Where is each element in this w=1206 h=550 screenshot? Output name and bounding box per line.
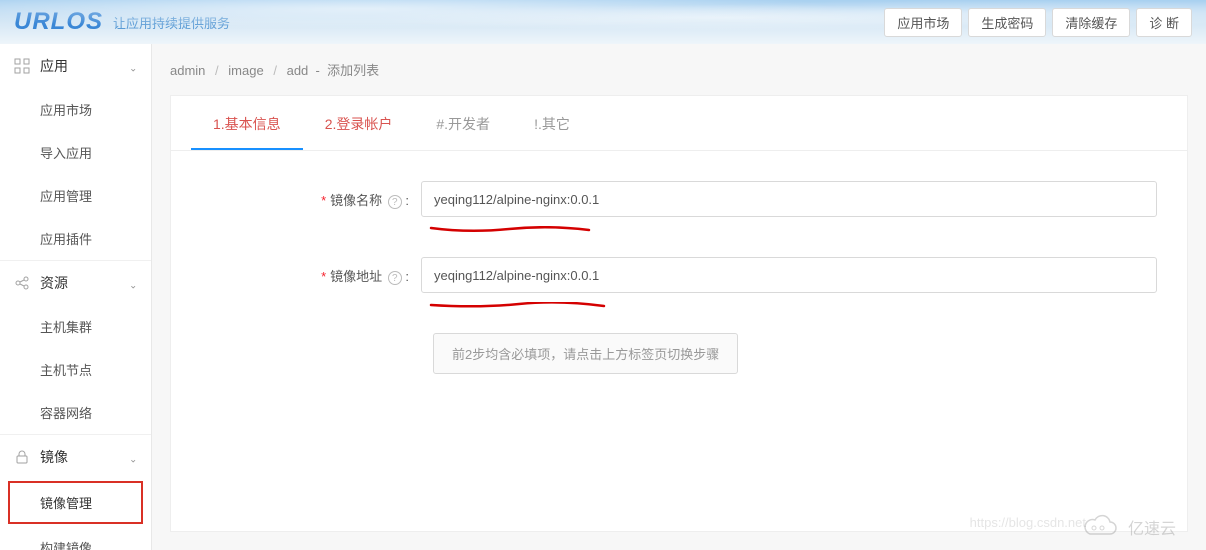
header-btn-diagnose[interactable]: 诊 断	[1136, 8, 1192, 37]
header-btn-genpass[interactable]: 生成密码	[968, 8, 1046, 37]
sidebar-group-apps: 应用 ⌃ 应用市场 导入应用 应用管理 应用插件	[0, 44, 151, 261]
sidebar-group-resources: 资源 ⌃ 主机集群 主机节点 容器网络	[0, 261, 151, 435]
help-icon[interactable]: ?	[388, 271, 402, 285]
sidebar-group-label: 资源	[40, 273, 68, 293]
help-icon[interactable]: ?	[388, 195, 402, 209]
lock-icon	[14, 449, 30, 465]
tab-login[interactable]: 2.登录帐户	[303, 96, 415, 150]
sidebar-item-plugin[interactable]: 应用插件	[0, 217, 151, 260]
sidebar-group-title-images[interactable]: 镜像 ⌃	[0, 435, 151, 479]
input-image-url[interactable]	[421, 257, 1157, 293]
slogan: 让应用持续提供服务	[113, 13, 230, 32]
breadcrumb-part[interactable]: admin	[170, 63, 205, 78]
watermark: 亿速云	[1080, 514, 1176, 540]
main-content: admin / image / add - 添加列表 1.基本信息 2.登录帐户…	[152, 44, 1206, 550]
sidebar-item-cluster[interactable]: 主机集群	[0, 305, 151, 348]
sidebar-item-appmanage[interactable]: 应用管理	[0, 174, 151, 217]
header-btn-market[interactable]: 应用市场	[884, 8, 962, 37]
app-header: URLOS 让应用持续提供服务 应用市场 生成密码 清除缓存 诊 断	[0, 0, 1206, 44]
annotation-mark	[429, 221, 594, 229]
annotation-mark	[429, 297, 609, 305]
chevron-up-icon: ⌃	[129, 61, 137, 72]
tab-developer[interactable]: #.开发者	[414, 96, 512, 150]
logo: URLOS	[14, 8, 103, 36]
cloud-icon	[1080, 514, 1120, 540]
tabs: 1.基本信息 2.登录帐户 #.开发者 !.其它	[171, 96, 1187, 151]
share-icon	[14, 275, 30, 291]
breadcrumb-suffix: 添加列表	[327, 63, 379, 78]
sidebar-group-title-apps[interactable]: 应用 ⌃	[0, 44, 151, 88]
tab-other[interactable]: !.其它	[512, 96, 592, 150]
sidebar-item-buildimage[interactable]: 构建镜像	[0, 526, 151, 550]
sidebar-item-network[interactable]: 容器网络	[0, 391, 151, 434]
chevron-up-icon: ⌃	[129, 452, 137, 463]
content-panel: 1.基本信息 2.登录帐户 #.开发者 !.其它 *镜像名称 ? :	[170, 95, 1188, 532]
sidebar-item-imagemanage[interactable]: 镜像管理	[8, 481, 143, 524]
label-image-name: *镜像名称 ? :	[201, 190, 421, 209]
breadcrumb: admin / image / add - 添加列表	[152, 44, 1206, 95]
form-row-image-name: *镜像名称 ? :	[201, 181, 1157, 217]
sidebar-group-label: 镜像	[40, 447, 68, 467]
sidebar-item-market[interactable]: 应用市场	[0, 88, 151, 131]
sidebar-group-title-resources[interactable]: 资源 ⌃	[0, 261, 151, 305]
sidebar-group-images: 镜像 ⌃ 镜像管理 构建镜像	[0, 435, 151, 550]
chevron-up-icon: ⌃	[129, 278, 137, 289]
watermark-text: 亿速云	[1128, 515, 1176, 539]
sidebar-item-import[interactable]: 导入应用	[0, 131, 151, 174]
grid-icon	[14, 58, 30, 74]
tab-basic[interactable]: 1.基本信息	[191, 96, 303, 150]
label-image-url: *镜像地址 ? :	[201, 266, 421, 285]
breadcrumb-part[interactable]: add	[287, 63, 309, 78]
watermark-url: https://blog.csdn.net	[970, 515, 1086, 530]
header-btn-clearcache[interactable]: 清除缓存	[1052, 8, 1130, 37]
hint-button[interactable]: 前2步均含必填项，请点击上方标签页切换步骤	[433, 333, 738, 374]
form: *镜像名称 ? : *镜像地址 ? :	[171, 151, 1187, 404]
sidebar-group-label: 应用	[40, 56, 68, 76]
sidebar: 应用 ⌃ 应用市场 导入应用 应用管理 应用插件 资源 ⌃ 主机集群 主机节点 …	[0, 44, 152, 550]
sidebar-item-nodes[interactable]: 主机节点	[0, 348, 151, 391]
form-row-image-url: *镜像地址 ? :	[201, 257, 1157, 293]
input-image-name[interactable]	[421, 181, 1157, 217]
breadcrumb-part[interactable]: image	[228, 63, 263, 78]
